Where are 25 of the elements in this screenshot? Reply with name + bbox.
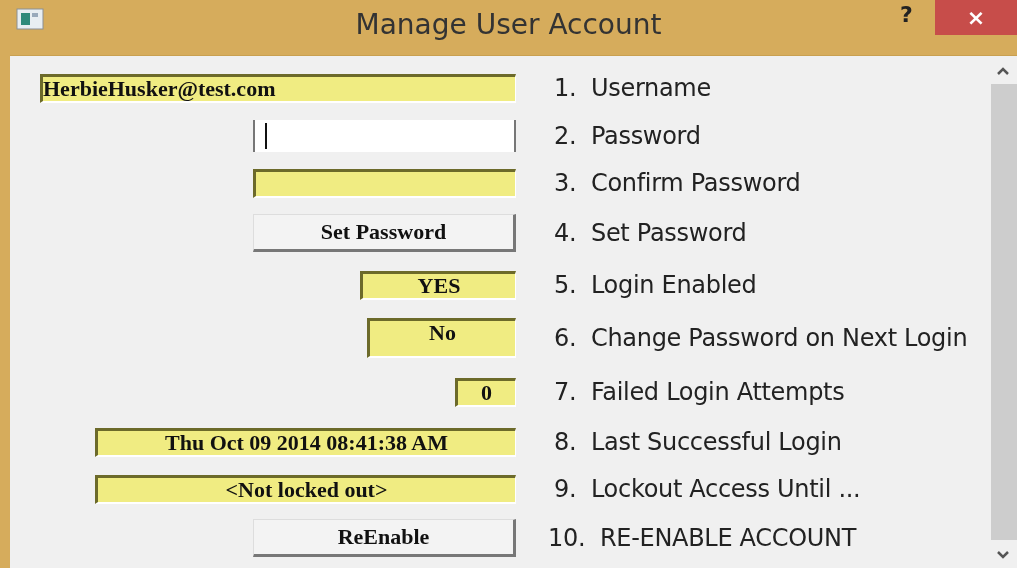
password-field[interactable] — [253, 120, 516, 152]
field-label: 7. Failed Login Attempts — [554, 378, 845, 406]
field-label: 3. Confirm Password — [554, 169, 801, 197]
field-label: 4. Set Password — [554, 219, 747, 247]
action-button[interactable]: ReEnable — [253, 519, 516, 557]
scroll-down-icon[interactable] — [996, 550, 1010, 560]
value-field: YES — [360, 270, 516, 300]
value-field: HerbieHusker@test.com — [40, 73, 516, 103]
scroll-up-icon[interactable] — [996, 66, 1010, 76]
field-label: 10. RE-ENABLE ACCOUNT — [548, 524, 857, 552]
action-button[interactable]: Set Password — [253, 214, 516, 252]
window-icon — [16, 8, 44, 30]
field-label: 6. Change Password on Next Login — [554, 324, 968, 352]
field-label: 8. Last Successful Login — [554, 428, 842, 456]
value-field: 0 — [455, 377, 516, 407]
field-label: 9. Lockout Access Until ... — [554, 475, 861, 503]
field-label: 1. Username — [554, 74, 711, 102]
window-title: Manage User Account — [355, 8, 662, 41]
field-label: 2. Password — [554, 122, 701, 150]
field-label: 5. Login Enabled — [554, 271, 757, 299]
value-field: <Not locked out> — [95, 474, 516, 504]
value-field: No — [367, 318, 516, 358]
help-button[interactable]: ? — [896, 2, 917, 27]
close-button[interactable]: × — [935, 0, 1017, 35]
value-field: Thu Oct 09 2014 08:41:38 AM — [95, 427, 516, 457]
